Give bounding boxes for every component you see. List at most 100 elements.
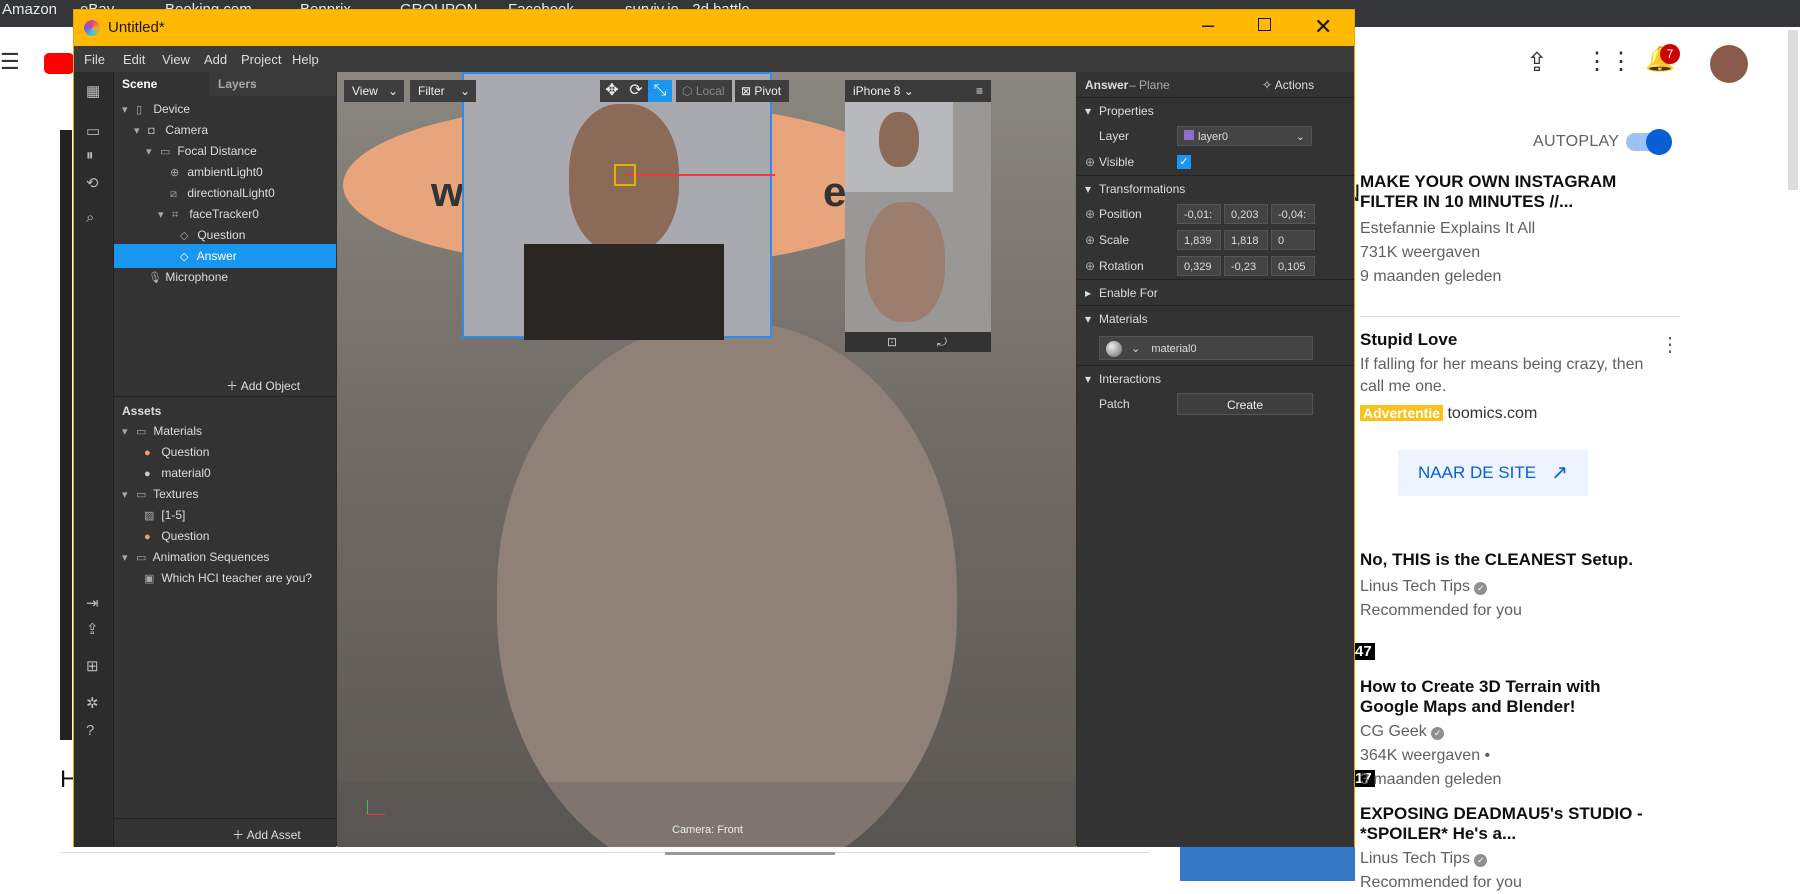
keyframe-icon[interactable]: ⊕ [1085, 149, 1095, 175]
menu-add[interactable]: Add [204, 52, 227, 67]
help-icon[interactable]: ? [86, 722, 94, 739]
keyframe-icon[interactable]: ⊕ [1085, 201, 1095, 227]
avatar[interactable] [1710, 45, 1748, 83]
ad-domain[interactable]: toomics.com [1447, 405, 1537, 422]
local-button[interactable]: ⬡ Local [676, 80, 732, 102]
recommended-video-card[interactable]: MAKE YOUR OWN INSTAGRAM FILTER IN 10 MIN… [1360, 172, 1660, 288]
question-plane[interactable] [462, 72, 775, 340]
position-y-input[interactable]: 0,203 [1224, 204, 1268, 224]
video-channel[interactable]: Estefannie Explains It All [1360, 218, 1660, 240]
import-icon[interactable]: ⊞ [86, 657, 99, 675]
page-scrollbar[interactable] [1788, 30, 1798, 190]
more-options-icon[interactable]: ⋮ [1660, 332, 1680, 357]
position-x-input[interactable]: -0,01: [1177, 204, 1221, 224]
bookmark-amazon[interactable]: Amazon [2, 1, 57, 18]
video-channel[interactable]: Linus Tech Tips ✓ [1360, 576, 1660, 598]
transformations-section[interactable]: Transformations [1099, 176, 1185, 202]
menu-file[interactable]: File [84, 52, 105, 67]
video-title[interactable]: EXPOSING DEADMAU5's STUDIO - *SPOILER* H… [1360, 804, 1660, 844]
enable-for-section[interactable]: Enable For [1099, 280, 1158, 306]
video-duration: 47 [1352, 643, 1375, 660]
camera-label: Camera: Front [672, 824, 743, 836]
tab-layers[interactable]: Layers [210, 72, 336, 96]
chevron-down-icon: ⌄ [1131, 343, 1141, 355]
youtube-logo-icon[interactable] [44, 53, 74, 74]
autoplay-toggle[interactable] [1626, 129, 1672, 155]
video-title[interactable]: No, THIS is the CLEANEST Setup. [1360, 550, 1660, 570]
menu-project[interactable]: Project [241, 52, 281, 67]
pivot-button[interactable]: ⊠ Pivot [735, 80, 789, 102]
autoplay-label: AUTOPLAY [1533, 133, 1620, 150]
rotation-z-input[interactable]: 0,105 [1271, 256, 1315, 276]
ad-card[interactable]: Stupid Love If falling for her means bei… [1360, 330, 1660, 425]
send-to-device-icon[interactable]: ⇥ [86, 594, 99, 612]
tab-scene[interactable]: Scene [114, 72, 210, 96]
window-resize-handle[interactable] [665, 852, 835, 855]
gizmo-x-axis[interactable] [625, 174, 775, 176]
layer-select[interactable]: layer0 ⌄ [1177, 126, 1312, 146]
video-title[interactable]: MAKE YOUR OWN INSTAGRAM FILTER IN 10 MIN… [1360, 172, 1660, 212]
properties-section[interactable]: Properties [1099, 98, 1154, 124]
recommended-video-card[interactable]: How to Create 3D Terrain with Google Map… [1360, 677, 1660, 791]
keyframe-icon[interactable]: ⊕ [1085, 253, 1095, 279]
ad-badge: Advertentie [1360, 405, 1444, 421]
close-icon[interactable]: ✕ [1314, 14, 1332, 40]
create-patch-button[interactable]: Create [1177, 393, 1313, 415]
video-channel[interactable]: Linus Tech Tips ✓ [1360, 848, 1660, 870]
recommended-video-card[interactable]: No, THIS is the CLEANEST Setup. Linus Te… [1360, 550, 1660, 622]
scale-y-input[interactable]: 1,818 [1224, 230, 1268, 250]
materials-section[interactable]: Materials [1099, 306, 1148, 332]
scale-tool-icon[interactable]: ⤡ [648, 80, 672, 102]
ad-cta-button[interactable]: NAAR DE SITE ↗ [1398, 450, 1588, 496]
filter-button[interactable]: Filter ⌄ [410, 80, 476, 102]
tree-item-microphone[interactable]: 🎙 Microphone [148, 265, 228, 289]
menu-help[interactable]: Help [292, 52, 319, 67]
upload-icon[interactable]: ⇪ [1526, 47, 1548, 78]
asset-animation-sequence[interactable]: ▣ Which HCI teacher are you? [144, 566, 312, 590]
device-simulator[interactable]: ⊡ ⤾ [845, 102, 991, 352]
rotation-x-input[interactable]: 0,329 [1177, 256, 1221, 276]
refresh-icon[interactable]: ⟲ [86, 174, 99, 192]
ad-title[interactable]: Stupid Love [1360, 330, 1660, 350]
rotation-y-input[interactable]: -0,23 [1224, 256, 1268, 276]
upload-icon[interactable]: ⇪ [86, 620, 99, 638]
hamburger-menu-icon[interactable]: ☰ [0, 49, 20, 75]
view-button[interactable]: View ⌄ [344, 80, 404, 102]
device-selector[interactable]: iPhone 8 ⌄ ≡ [845, 80, 991, 102]
window-titlebar[interactable]: Untitled* – ✕ [74, 10, 1354, 46]
search-icon[interactable]: ⌕ [86, 209, 94, 226]
add-asset-button[interactable]: ＋ Add Asset [232, 826, 301, 843]
pause-icon[interactable]: ⏸ [86, 147, 94, 164]
visible-checkbox[interactable]: ✓ [1177, 155, 1191, 169]
position-z-input[interactable]: -0,04: [1271, 204, 1315, 224]
scale-z-input[interactable]: 0 [1271, 230, 1315, 250]
app-logo-icon [84, 20, 100, 36]
rotate-tool-icon[interactable]: ⟳ [624, 80, 648, 102]
assets-title: Assets [122, 404, 162, 418]
video-title[interactable]: How to Create 3D Terrain with Google Map… [1360, 677, 1660, 717]
video-views: 731K weergaven [1360, 244, 1481, 261]
bug-icon[interactable]: ✲ [86, 694, 99, 712]
menu-view[interactable]: View [162, 52, 190, 67]
screenshot-icon[interactable]: ⊡ [887, 332, 897, 352]
material-select[interactable]: ⌄ material0 [1099, 336, 1313, 360]
video-channel[interactable]: CG Geek ✓ [1360, 721, 1660, 743]
spark-ar-window: Untitled* – ✕ File Edit View Add Project… [73, 9, 1355, 847]
keyframe-icon[interactable]: ⊕ [1085, 227, 1095, 253]
add-object-button[interactable]: ＋ Add Object [226, 377, 300, 394]
chevron-down-icon: ⌄ [1295, 131, 1305, 143]
actions-button[interactable]: ✧ Actions [1262, 72, 1314, 98]
rotate-device-icon[interactable]: ⤾ [937, 332, 947, 352]
maximize-icon[interactable] [1258, 18, 1271, 31]
patch-label: Patch [1099, 397, 1130, 411]
apps-grid-icon[interactable]: ⋮⋮ [1585, 47, 1633, 76]
layout-icon[interactable]: ▦ [86, 82, 100, 100]
video-icon[interactable]: ▭ [86, 122, 100, 140]
menu-edit[interactable]: Edit [123, 52, 145, 67]
scene-viewport[interactable]: wh er View ⌄ Filter ⌄ ✥ ⟳ ⤡ ⬡ Local ⊠ Pi… [337, 72, 1076, 847]
scale-x-input[interactable]: 1,839 [1177, 230, 1221, 250]
move-tool-icon[interactable]: ✥ [600, 80, 624, 102]
minimize-icon[interactable]: – [1202, 12, 1214, 38]
gizmo-handle[interactable] [614, 164, 636, 186]
interactions-section[interactable]: Interactions [1099, 366, 1161, 392]
